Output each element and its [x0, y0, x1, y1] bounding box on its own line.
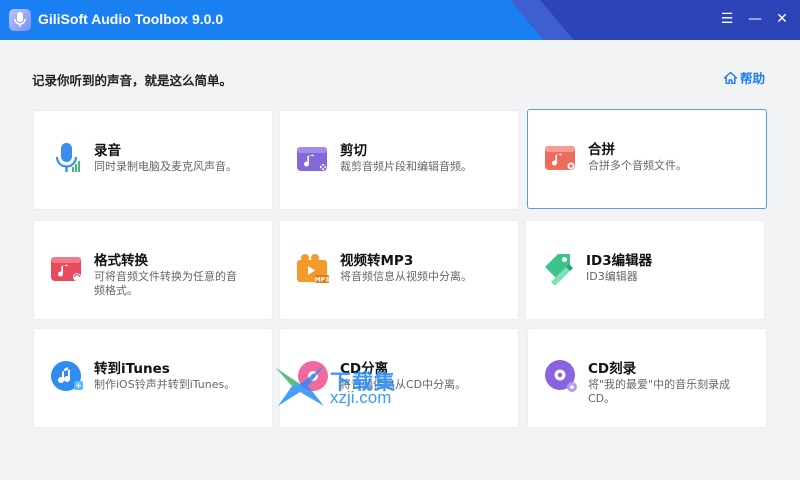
card-title: 录音 [94, 143, 121, 159]
card-description: 将"我的最爱"中的音乐刻录成CD。 [588, 378, 731, 405]
card-cut[interactable]: 剪切 裁剪音频片段和编辑音频。 [279, 110, 519, 210]
help-link[interactable]: 帮助 [724, 68, 765, 87]
video-to-mp3-icon: MP3 [296, 251, 330, 285]
card-description: 将音频信息从CD中分离。 [340, 378, 467, 391]
card-merge[interactable]: 合拼 合拼多个音频文件。 [527, 109, 767, 209]
card-description: ID3编辑器 [586, 270, 638, 283]
card-description: 可将音频文件转换为任意的音频格式。 [94, 270, 237, 297]
cd-rip-icon [296, 359, 330, 393]
card-record[interactable]: 录音 同时录制电脑及麦克风声音。 [33, 110, 273, 210]
card-description: 制作iOS铃声并转到iTunes。 [94, 378, 236, 391]
page-subtitle: 记录你听到的声音，就是这么简单。 [32, 73, 233, 88]
audio-merge-icon [544, 140, 578, 174]
title-bar: GiliSoft Audio Toolbox 9.0.0 ☰ — ✕ [0, 0, 800, 40]
card-id3-editor[interactable]: ID3编辑器 ID3编辑器 [525, 220, 765, 320]
card-cd-rip[interactable]: CD分离 将音频信息从CD中分离。 [279, 328, 519, 428]
itunes-icon [50, 359, 84, 393]
card-description: 将音频信息从视频中分离。 [340, 270, 472, 283]
cd-burn-icon [544, 359, 578, 393]
card-title: 剪切 [340, 143, 367, 159]
tag-edit-icon [542, 251, 576, 286]
window-title: GiliSoft Audio Toolbox 9.0.0 [38, 11, 224, 27]
help-label: 帮助 [740, 71, 766, 86]
card-title: 转到iTunes [94, 361, 170, 377]
card-title: CD刻录 [588, 361, 637, 377]
card-title: ID3编辑器 [586, 253, 653, 269]
close-button[interactable]: ✕ [770, 8, 794, 30]
card-description: 合拼多个音频文件。 [588, 159, 687, 172]
card-title: 合拼 [588, 142, 615, 158]
card-description: 同时录制电脑及麦克风声音。 [94, 160, 237, 173]
home-icon [724, 71, 737, 84]
format-convert-icon [50, 251, 84, 285]
card-video-to-mp3[interactable]: MP3 视频转MP3 将音频信息从视频中分离。 [279, 220, 519, 320]
svg-text:MP3: MP3 [315, 277, 330, 284]
minimize-button[interactable]: — [743, 8, 767, 30]
card-title: 格式转换 [94, 253, 148, 269]
card-format-convert[interactable]: 格式转换 可将音频文件转换为任意的音频格式。 [33, 220, 273, 320]
card-cd-burn[interactable]: CD刻录 将"我的最爱"中的音乐刻录成CD。 [527, 328, 767, 428]
audio-cut-icon [296, 141, 330, 175]
card-to-itunes[interactable]: 转到iTunes 制作iOS铃声并转到iTunes。 [33, 328, 273, 428]
card-title: 视频转MP3 [340, 253, 414, 269]
card-description: 裁剪音频片段和编辑音频。 [340, 160, 472, 173]
menu-button[interactable]: ☰ [715, 8, 739, 30]
app-logo-icon [9, 9, 31, 31]
card-title: CD分离 [340, 361, 389, 377]
microphone-icon [50, 141, 84, 175]
